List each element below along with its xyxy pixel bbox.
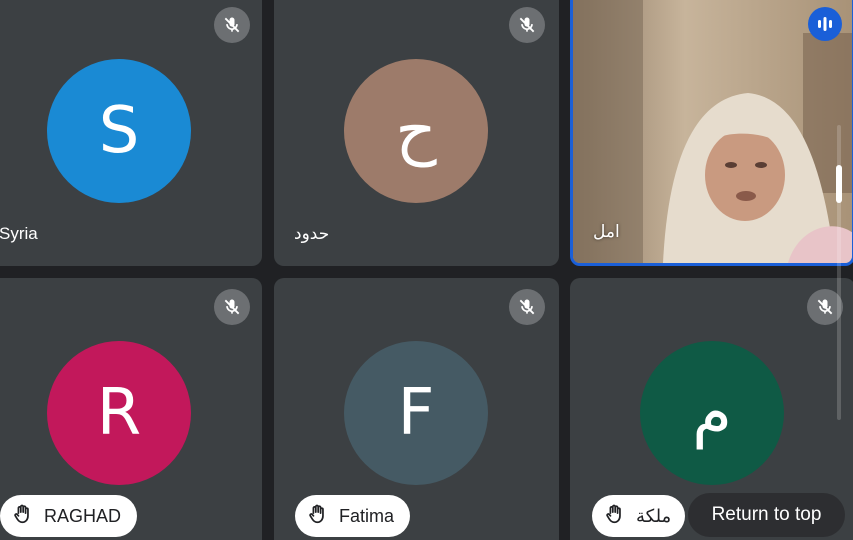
raised-hand-badge: Fatima (295, 495, 411, 537)
mic-off-icon (214, 7, 250, 43)
meeting-grid: S Syria ح حدود امل R F م RAGHAD Fatima م… (0, 0, 853, 540)
participant-name: ملكة (636, 505, 672, 526)
participant-name: RAGHAD (44, 505, 122, 526)
avatar: F (344, 341, 488, 485)
participant-name: Fatima (339, 505, 395, 526)
avatar: S (47, 59, 191, 203)
avatar: R (47, 341, 191, 485)
raised-hand-badge: RAGHAD (0, 495, 138, 537)
avatar: م (640, 341, 784, 485)
raised-hand-icon (307, 503, 329, 530)
participant-name: Syria (0, 224, 38, 243)
raised-hand-icon (604, 503, 626, 530)
return-to-top-button[interactable]: Return to top (688, 493, 845, 537)
mic-off-icon (509, 289, 545, 325)
participant-tile-amal[interactable]: امل (570, 0, 853, 266)
participant-tile-hudud[interactable]: ح حدود (274, 0, 559, 266)
participant-tile-syria[interactable]: S Syria (0, 0, 262, 266)
audio-level-icon (808, 7, 842, 41)
avatar: ح (344, 59, 488, 203)
scrollbar-thumb[interactable] (836, 165, 842, 203)
participant-name: حدود (294, 224, 330, 243)
participant-name: امل (593, 222, 620, 241)
raised-hand-badge: ملكة (592, 495, 686, 537)
mic-off-icon (509, 7, 545, 43)
raised-hand-icon (12, 503, 34, 530)
mic-off-icon (214, 289, 250, 325)
